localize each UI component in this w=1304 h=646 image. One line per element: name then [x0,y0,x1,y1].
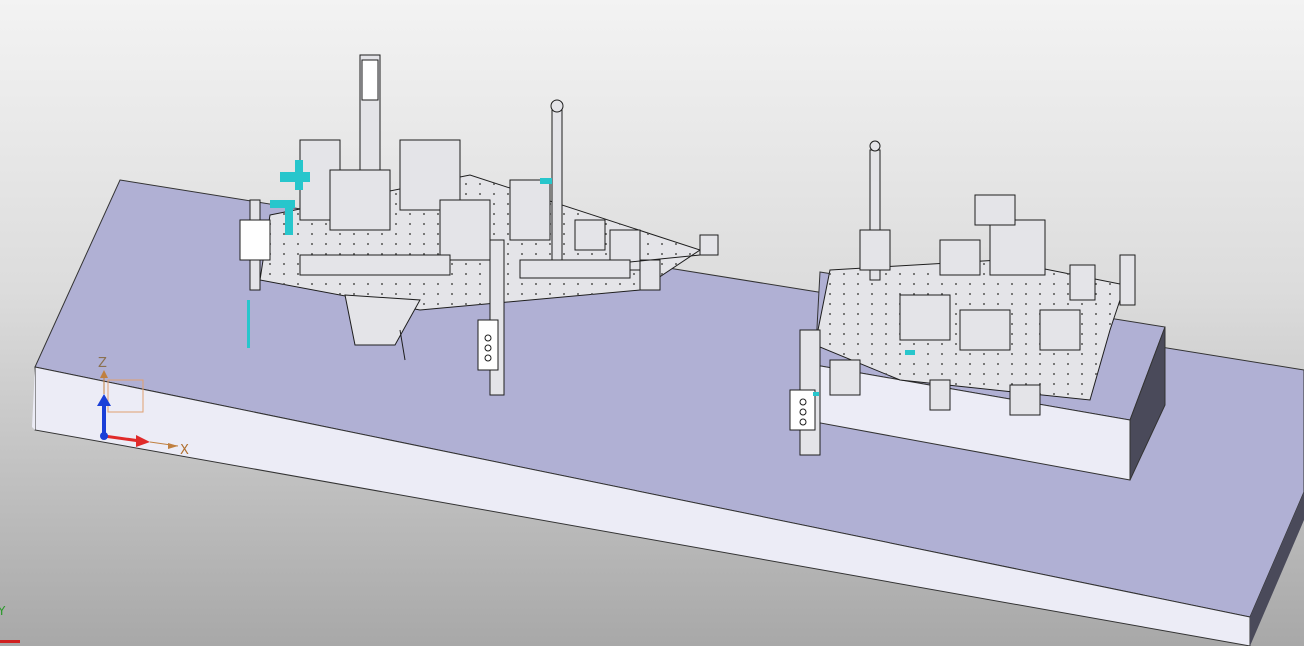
axis-z-label: Z [98,356,107,371]
cad-scene[interactable] [0,0,1304,646]
mini-axis-x [0,640,20,643]
axis-y-label: Y [0,604,6,618]
axis-x-label: X [180,443,189,458]
3d-viewport[interactable]: Z X Y [0,0,1304,646]
